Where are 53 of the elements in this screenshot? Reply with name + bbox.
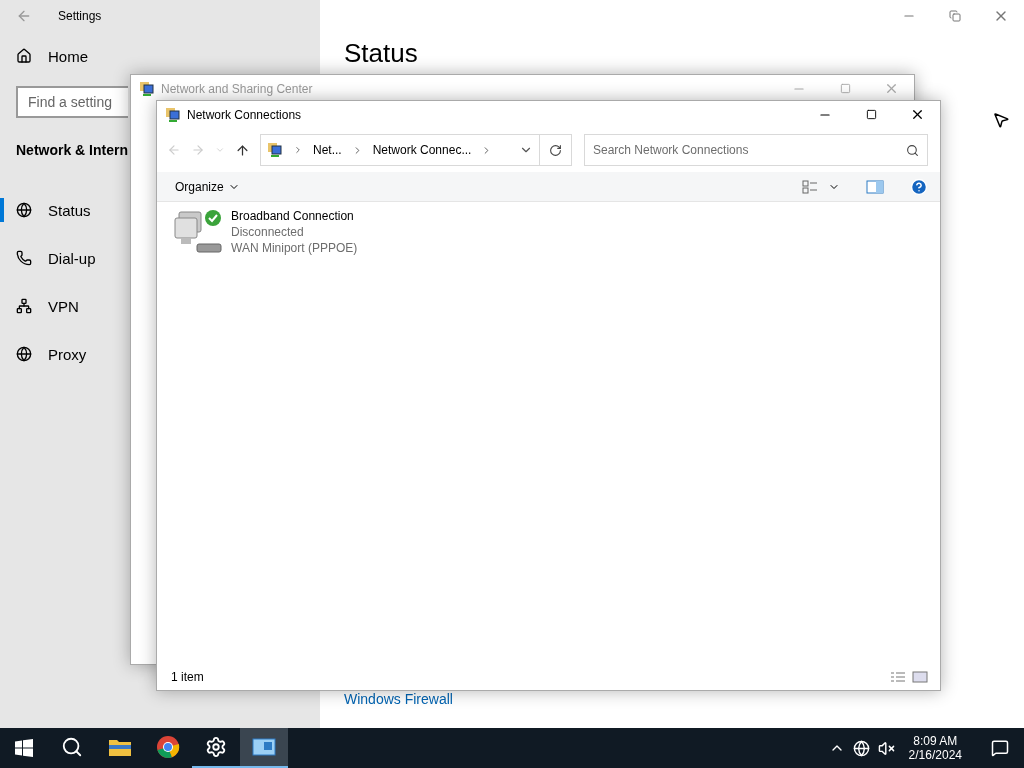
nav-item[interactable]: Dial-up: [0, 234, 110, 282]
window-title: Network and Sharing Center: [161, 81, 313, 96]
up-icon[interactable]: [235, 142, 250, 158]
phone-icon: [16, 250, 32, 266]
breadcrumb[interactable]: Network Connec...: [372, 143, 472, 157]
search-icon: [61, 736, 83, 758]
search-icon: [906, 143, 919, 157]
item-count: 1 item: [171, 670, 204, 684]
section-title: Network & Intern: [15, 141, 128, 160]
network-icon: [165, 106, 181, 123]
breadcrumb[interactable]: Net...: [313, 143, 342, 157]
restore-icon[interactable]: [949, 10, 961, 22]
vpn-icon: [16, 298, 32, 314]
preview-pane-icon[interactable]: [866, 179, 884, 194]
home-icon: [16, 48, 32, 64]
selection-indicator: [0, 198, 4, 222]
cursor-icon: [992, 111, 1010, 129]
overflow-icon[interactable]: [293, 145, 303, 155]
network-window-icon: [252, 738, 276, 756]
window-title: Network Connections: [187, 107, 302, 122]
nav-item[interactable]: Status: [0, 186, 110, 234]
address-bar[interactable]: Net... Network Connec...: [260, 134, 572, 166]
windows-logo-icon[interactable]: [15, 739, 33, 757]
globe-icon: [16, 202, 32, 218]
maximize-icon[interactable]: [865, 109, 877, 120]
nav-item[interactable]: VPN: [0, 282, 110, 330]
connection-name[interactable]: Broadband Connection: [231, 208, 358, 224]
back-icon[interactable]: [16, 8, 32, 24]
view-icon[interactable]: [802, 179, 818, 194]
notifications-icon[interactable]: [991, 739, 1009, 757]
taskbar-app[interactable]: [240, 728, 288, 768]
globe-icon: [16, 346, 32, 362]
globe-icon[interactable]: [852, 739, 870, 757]
firewall-link[interactable]: Windows Firewall: [344, 691, 453, 707]
home-link[interactable]: Home: [0, 32, 110, 80]
gear-icon: [205, 736, 227, 758]
search-field[interactable]: Search Network Connections: [584, 134, 928, 166]
refresh-icon[interactable]: [549, 143, 562, 157]
connection-device: WAN Miniport (PPPOE): [231, 240, 358, 256]
window-title: Settings: [58, 9, 102, 23]
page-heading: Status: [344, 38, 418, 68]
help-icon[interactable]: [910, 177, 928, 196]
nav-item[interactable]: Proxy: [0, 330, 110, 378]
volume-muted-icon[interactable]: [877, 739, 895, 757]
network-computer-icon: [173, 208, 225, 256]
folder-icon: [108, 737, 132, 757]
search-field[interactable]: Find a setting: [16, 86, 128, 118]
clock[interactable]: 8:09 AM 2/16/2024: [902, 734, 968, 762]
browser-icon: [156, 735, 180, 759]
network-icon: [267, 142, 283, 158]
connection-status: Disconnected: [231, 224, 305, 240]
organize-menu[interactable]: Organize: [175, 179, 224, 194]
network-icon: [139, 80, 155, 97]
